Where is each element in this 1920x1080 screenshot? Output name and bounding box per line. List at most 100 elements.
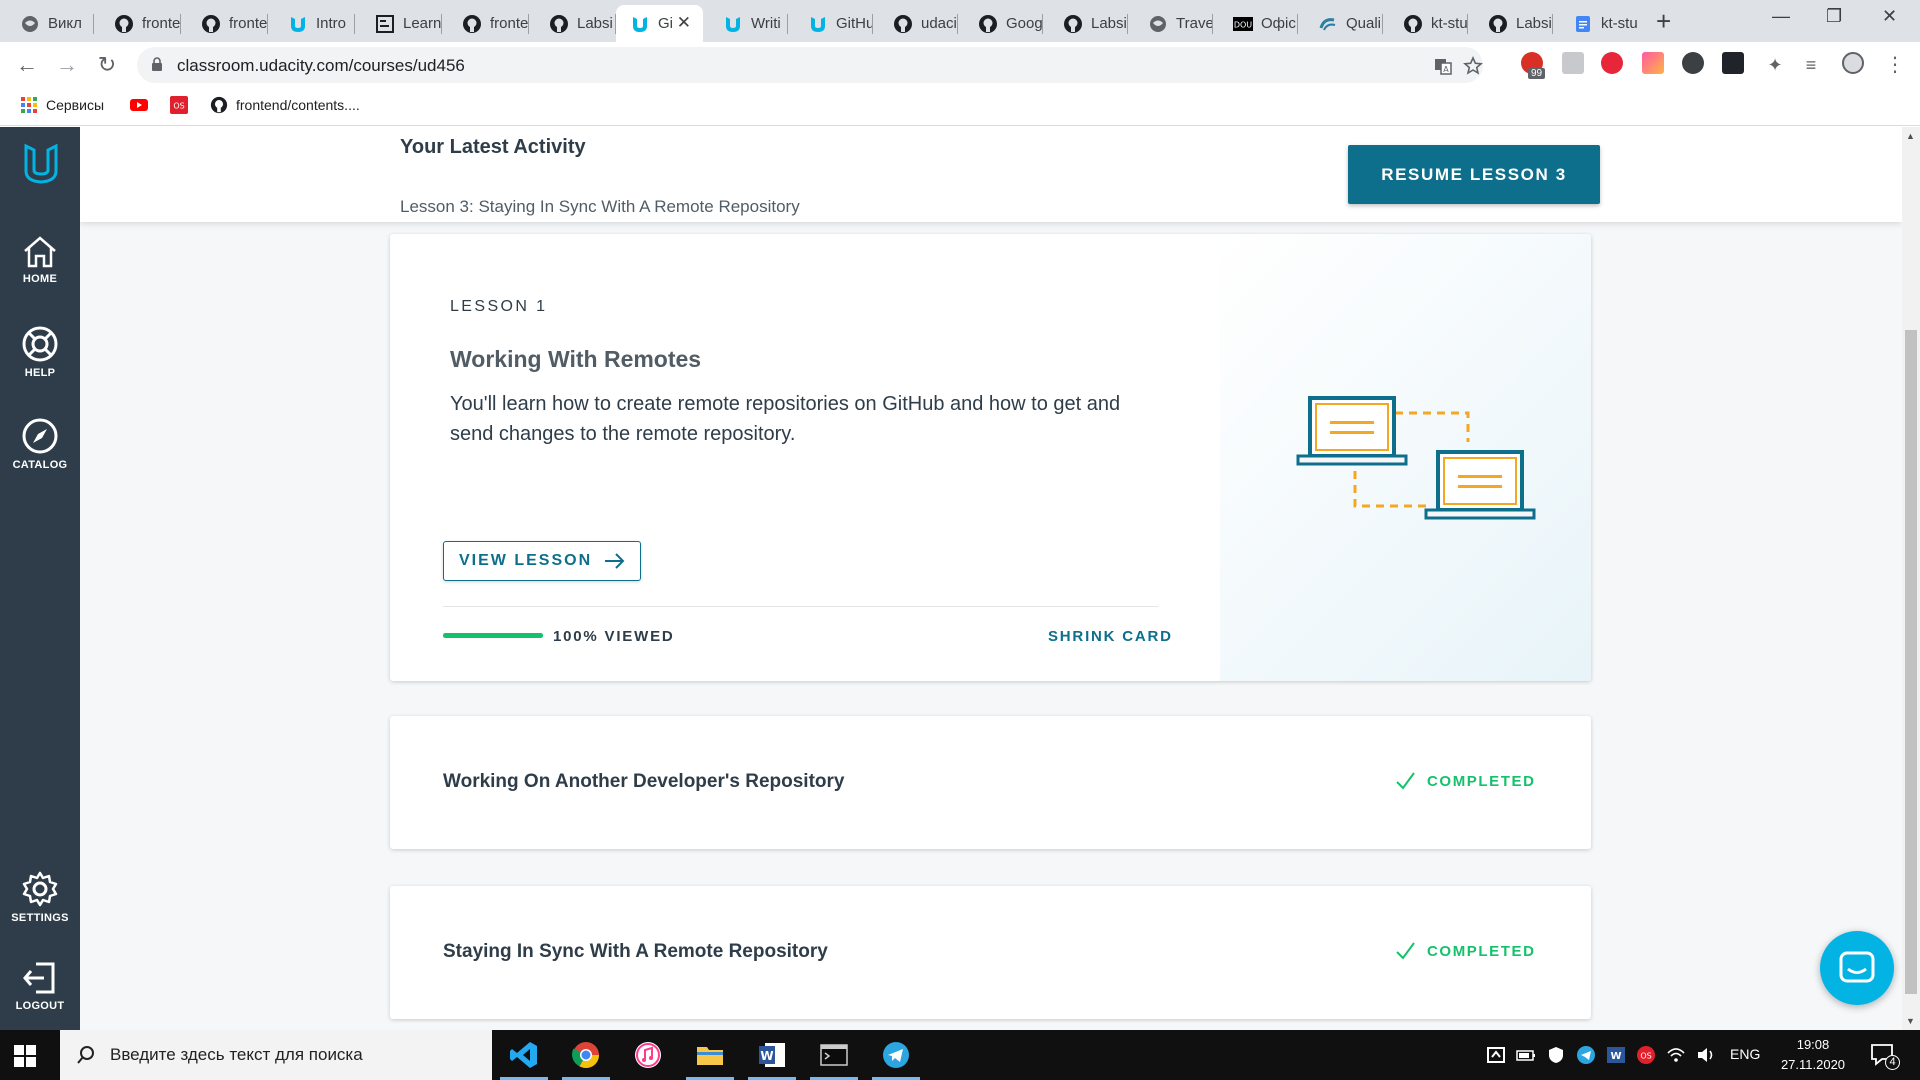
wave-icon <box>1319 17 1336 30</box>
volume-icon[interactable] <box>1696 1045 1716 1065</box>
adblock-icon[interactable] <box>1601 52 1623 74</box>
progress-fill <box>443 633 543 638</box>
os-tray-icon[interactable]: OS <box>1636 1045 1656 1065</box>
keyboard-language[interactable]: ENG <box>1730 1046 1760 1062</box>
back-icon[interactable]: ← <box>14 52 40 78</box>
sidebar-item-help[interactable]: HELP <box>0 325 80 379</box>
sidebar-item-label: LOGOUT <box>15 1000 65 1012</box>
logout-icon <box>23 962 55 994</box>
minimize-button[interactable]: — <box>1772 6 1790 27</box>
compass-icon <box>22 418 58 454</box>
browser-tab[interactable]: Writi <box>703 5 788 42</box>
translate-icon[interactable]: A <box>1433 56 1453 76</box>
status-label: COMPLETED <box>1427 942 1536 960</box>
address-bar[interactable]: classroom.udacity.com/courses/ud456 A <box>137 47 1483 83</box>
sidebar-item-catalog[interactable]: CATALOG <box>0 417 80 471</box>
taskbar-app-word[interactable]: W <box>742 1030 802 1080</box>
dark-mode-icon[interactable] <box>1682 52 1704 74</box>
svg-text:OS: OS <box>1640 1052 1651 1061</box>
browser-tab[interactable]: Learn <box>355 5 442 42</box>
extension-color-icon[interactable] <box>1642 52 1664 74</box>
chat-launcher-button[interactable] <box>1820 931 1894 1005</box>
scroll-up-icon[interactable]: ▲ <box>1906 131 1915 141</box>
forward-icon[interactable]: → <box>54 52 80 78</box>
taskbar-app-chrome[interactable] <box>556 1030 616 1080</box>
itunes-icon <box>635 1042 661 1068</box>
security-shield-icon[interactable] <box>1546 1045 1566 1065</box>
lesson-title: Staying In Sync With A Remote Repository <box>443 941 828 962</box>
browser-tab[interactable]: fronte <box>94 5 181 42</box>
action-center-button[interactable]: 4 <box>1870 1042 1900 1073</box>
sidebar-item-logout[interactable]: LOGOUT <box>0 960 80 1012</box>
tray-app-icon[interactable] <box>1486 1045 1506 1065</box>
lesson-illustration-pane <box>1220 234 1591 681</box>
browser-tab[interactable]: fronte <box>181 5 268 42</box>
latest-activity-lesson: Lesson 3: Staying In Sync With A Remote … <box>400 197 800 216</box>
taskbar-app-terminal[interactable] <box>804 1030 864 1080</box>
sidebar-item-settings[interactable]: SETTINGS <box>0 870 80 924</box>
browser-tab[interactable]: Quali <box>1298 5 1383 42</box>
media-queue-icon[interactable]: ≡ <box>1798 52 1824 78</box>
telegram-tray-icon[interactable] <box>1576 1045 1596 1065</box>
star-icon[interactable] <box>1463 56 1483 76</box>
udacity-icon <box>291 16 305 32</box>
resume-lesson-button[interactable]: RESUME LESSON 3 <box>1348 145 1600 204</box>
taskbar-search-input[interactable]: Введите здесь текст для поиска <box>60 1030 492 1080</box>
sidebar-item-label: CATALOG <box>12 459 68 471</box>
restore-button[interactable]: ❐ <box>1826 6 1842 27</box>
browser-tab[interactable]: kt-stu <box>1383 5 1468 42</box>
wifi-icon[interactable] <box>1666 1045 1686 1065</box>
taskbar-app-explorer[interactable] <box>680 1030 740 1080</box>
puzzle-icon[interactable]: ✦ <box>1762 52 1788 78</box>
lesson-card-collapsed[interactable]: Staying In Sync With A Remote Repository… <box>390 886 1591 1019</box>
shrink-card-link[interactable]: SHRINK CARD <box>1048 628 1173 645</box>
browser-tab-active[interactable]: Gi ✕ <box>616 5 703 42</box>
menu-dots-icon[interactable]: ⋮ <box>1882 52 1908 78</box>
browser-tab[interactable]: Goog <box>958 5 1043 42</box>
browser-tab[interactable]: Labsi <box>529 5 616 42</box>
profile-avatar[interactable] <box>1842 52 1864 74</box>
battery-icon[interactable] <box>1516 1045 1536 1065</box>
taskbar-app-vscode[interactable] <box>494 1030 554 1080</box>
bookmark-youtube[interactable] <box>130 96 156 114</box>
card-divider <box>443 606 1158 607</box>
sidebar-item-home[interactable]: HOME <box>0 235 80 285</box>
taskbar-app-telegram[interactable] <box>866 1030 926 1080</box>
extension-badge: 99 <box>1528 68 1546 79</box>
reload-icon[interactable]: ↻ <box>94 52 120 78</box>
tab-label: Офіс <box>1261 15 1296 32</box>
udacity-logo-icon[interactable] <box>22 143 60 185</box>
bookmark-frontend[interactable]: frontend/contents.... <box>210 96 360 114</box>
browser-tab[interactable]: GitHu <box>788 5 873 42</box>
browser-tab[interactable]: fronte <box>442 5 529 42</box>
browser-tab[interactable]: DOU Офіс <box>1213 5 1298 42</box>
browser-tab[interactable]: Викл <box>0 5 94 42</box>
word-tray-icon[interactable]: W <box>1606 1045 1626 1065</box>
windows-start-icon[interactable] <box>14 1045 36 1067</box>
view-lesson-button[interactable]: VIEW LESSON <box>443 541 641 581</box>
browser-tab[interactable]: Trave <box>1128 5 1213 42</box>
browser-tab[interactable]: udaci <box>873 5 958 42</box>
bookmark-apps[interactable]: Сервисы <box>20 96 104 114</box>
viewed-percent: 100% VIEWED <box>553 628 675 645</box>
status-label: COMPLETED <box>1427 772 1536 790</box>
browser-tab[interactable]: Labsi <box>1043 5 1128 42</box>
lesson-card-collapsed[interactable]: Working On Another Developer's Repositor… <box>390 716 1591 849</box>
browser-tab[interactable]: kt-stu <box>1553 5 1638 42</box>
checkmark-icon <box>1396 942 1415 960</box>
close-tab-icon[interactable]: ✕ <box>677 13 691 33</box>
browser-tab[interactable]: Intro <box>268 5 355 42</box>
taskbar-clock[interactable]: 19:08 27.11.2020 <box>1778 1035 1848 1075</box>
bookmark-os[interactable]: OS <box>170 96 196 114</box>
scrollbar-thumb[interactable] <box>1905 330 1917 994</box>
tab-label: Intro <box>316 15 347 32</box>
taskbar-app-itunes[interactable] <box>618 1030 678 1080</box>
arrow-right-icon <box>605 553 625 569</box>
close-window-button[interactable]: ✕ <box>1882 6 1897 27</box>
scroll-down-icon[interactable]: ▼ <box>1906 1016 1915 1026</box>
dou-icon: DOU <box>1233 16 1253 31</box>
browser-tab[interactable]: Labsi <box>1468 5 1553 42</box>
extension-os-icon[interactable] <box>1562 52 1584 74</box>
react-devtools-icon[interactable] <box>1722 52 1744 74</box>
new-tab-button[interactable]: + <box>1656 6 1671 37</box>
